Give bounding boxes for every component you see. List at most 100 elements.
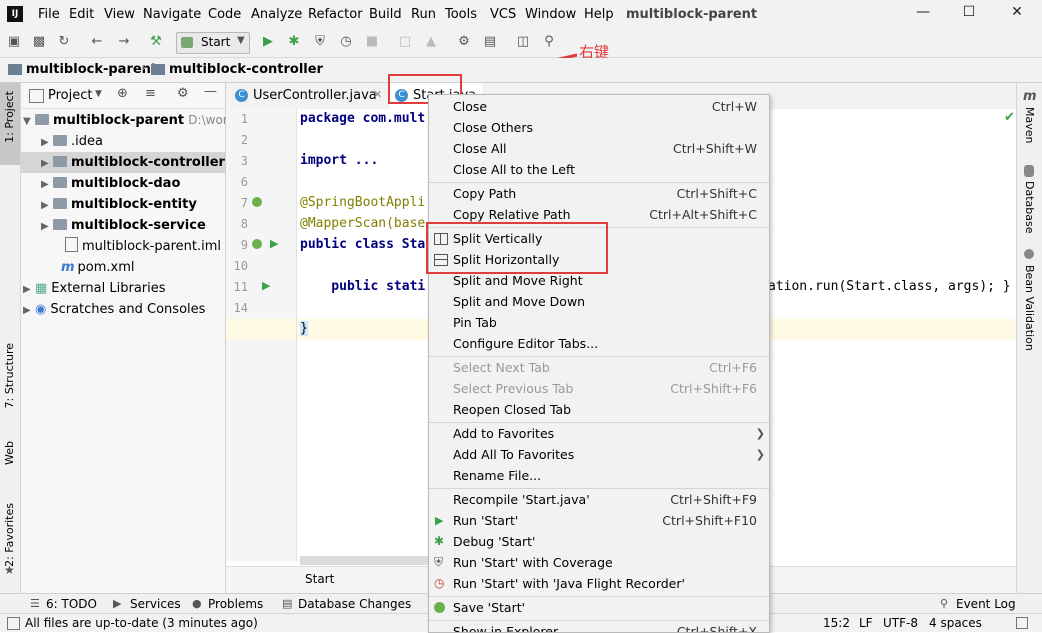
save-config-icon — [434, 602, 445, 613]
menu-save-start[interactable]: Save 'Start' — [429, 597, 769, 618]
lock-icon[interactable] — [1016, 617, 1028, 629]
menu-close-others[interactable]: Close Others — [429, 117, 769, 138]
open-folder-icon[interactable]: ▣ — [6, 34, 22, 50]
structure-tool-tab[interactable]: 7: Structure — [3, 343, 16, 408]
indent-setting[interactable]: 4 spaces — [929, 616, 982, 630]
code-line-9: public class Sta — [300, 237, 426, 252]
run-icon[interactable]: ▶ — [260, 34, 276, 50]
hide-icon[interactable]: — — [204, 84, 217, 99]
run-gutter-icon[interactable]: ▶ — [270, 237, 278, 250]
menu-refactor[interactable]: Refactor — [308, 7, 363, 22]
forward-icon[interactable]: → — [116, 34, 132, 50]
tree-item-idea[interactable]: ▶ .idea — [41, 131, 103, 152]
tree-item-service[interactable]: ▶ multiblock-service — [41, 215, 206, 236]
run-gutter-icon[interactable]: ▶ — [262, 279, 270, 292]
tab-services[interactable]: Services — [130, 597, 181, 611]
horizontal-scrollbar[interactable] — [300, 556, 428, 565]
menu-file[interactable]: File — [38, 7, 60, 22]
gear-icon[interactable]: ⚙ — [177, 86, 189, 101]
tree-item-pom[interactable]: m pom.xml — [61, 257, 135, 278]
breadcrumb-parent[interactable]: multiblock-parent — [26, 62, 157, 77]
maximize-icon[interactable]: ☐ — [954, 4, 984, 24]
close-tab-icon[interactable]: ✕ — [373, 88, 382, 101]
project-tool-tab[interactable]: 1: Project — [0, 83, 20, 165]
vcs-update-icon[interactable]: □ — [397, 34, 413, 50]
menu-analyze[interactable]: Analyze — [251, 7, 302, 22]
minimize-icon[interactable]: — — [908, 4, 938, 24]
line-separator[interactable]: LF — [859, 616, 873, 630]
favorites-tool-tab[interactable]: 2: Favorites — [3, 503, 16, 567]
stop-icon[interactable]: ■ — [364, 34, 380, 50]
tab-problems[interactable]: Problems — [208, 597, 263, 611]
menu-configure-tabs[interactable]: Configure Editor Tabs... — [429, 333, 769, 354]
save-all-icon[interactable]: ▩ — [31, 34, 47, 50]
debug-icon[interactable]: ✱ — [286, 34, 302, 50]
menu-show-in-explorer[interactable]: Show in Explorer Ctrl+Shift+X — [429, 621, 769, 632]
bean-validation-tool-tab[interactable]: Bean Validation — [1023, 265, 1036, 351]
menu-code[interactable]: Code — [208, 7, 241, 22]
caret-position[interactable]: 15:2 — [823, 616, 850, 630]
menu-recompile[interactable]: Recompile 'Start.java' Ctrl+Shift+F9 — [429, 489, 769, 510]
back-icon[interactable]: ← — [89, 34, 105, 50]
menu-add-all-to-favorites[interactable]: Add All To Favorites ❯ — [429, 444, 769, 465]
tree-item-controller[interactable]: ▶ multiblock-controller — [21, 152, 225, 173]
tab-todo[interactable]: 6: TODO — [46, 597, 97, 611]
tab-context-menu: Close Ctrl+W Close Others Close All Ctrl+S… — [428, 94, 770, 633]
tree-item-libraries[interactable]: ▶ ▦ External Libraries — [23, 278, 166, 299]
coverage-icon[interactable]: ⛨ — [312, 34, 328, 50]
menu-close-all[interactable]: Close All Ctrl+Shift+W — [429, 138, 769, 159]
menu-run-coverage[interactable]: ⛨ Run 'Start' with Coverage — [429, 552, 769, 573]
chevron-down-icon: ▼ — [95, 89, 102, 99]
menu-close[interactable]: Close Ctrl+W — [429, 96, 769, 117]
breadcrumb-controller[interactable]: multiblock-controller — [169, 62, 323, 77]
tab-event-log[interactable]: Event Log — [956, 597, 1016, 611]
menu-run-start[interactable]: ▶ Run 'Start' Ctrl+Shift+F10 — [429, 510, 769, 531]
menu-reopen-closed-tab[interactable]: Reopen Closed Tab — [429, 399, 769, 420]
database-tool-tab[interactable]: Database — [1023, 181, 1036, 234]
tab-database-changes[interactable]: Database Changes — [298, 597, 411, 611]
menu-build[interactable]: Build — [369, 7, 402, 22]
run-config-select[interactable]: Start ▼ — [176, 32, 250, 54]
menu-vcs[interactable]: VCS — [490, 7, 516, 22]
tree-item-scratches[interactable]: ▶ ◉ Scratches and Consoles — [23, 299, 205, 320]
debug-icon: ✱ — [434, 534, 445, 548]
locate-icon[interactable]: ⊕ — [117, 86, 128, 101]
file-encoding[interactable]: UTF-8 — [883, 616, 918, 630]
web-tool-tab[interactable]: Web — [3, 441, 16, 465]
menu-tools[interactable]: Tools — [445, 7, 477, 22]
project-structure-icon[interactable]: ▤ — [482, 34, 498, 50]
editor-breadcrumb[interactable]: Start — [305, 572, 334, 586]
menu-navigate[interactable]: Navigate — [143, 7, 201, 22]
menu-pin-tab[interactable]: Pin Tab — [429, 312, 769, 333]
menu-run[interactable]: Run — [411, 7, 436, 22]
module-folder-icon — [35, 114, 49, 125]
terminal-icon[interactable]: ◫ — [515, 34, 531, 50]
close-window-icon[interactable]: ✕ — [1002, 4, 1032, 24]
menu-edit[interactable]: Edit — [69, 7, 94, 22]
menu-close-all-left[interactable]: Close All to the Left — [429, 159, 769, 180]
vcs-commit-icon[interactable]: ▲ — [423, 34, 439, 50]
settings-wrench-icon[interactable]: ⚙ — [456, 34, 472, 50]
menu-debug-start[interactable]: ✱ Debug 'Start' — [429, 531, 769, 552]
build-hammer-icon[interactable]: ⚒ — [148, 34, 164, 50]
menu-split-move-down[interactable]: Split and Move Down — [429, 291, 769, 312]
project-view-select[interactable]: Project — [48, 88, 92, 103]
tab-usercontroller[interactable]: C UserController.java ✕ — [232, 83, 382, 109]
sync-icon[interactable]: ↻ — [56, 34, 72, 50]
menu-run-flight-recorder[interactable]: ◷ Run 'Start' with 'Java Flight Recorder' — [429, 573, 769, 594]
menu-add-to-favorites[interactable]: Add to Favorites ❯ — [429, 423, 769, 444]
profile-icon[interactable]: ◷ — [338, 34, 354, 50]
bean-validation-icon — [1024, 249, 1034, 259]
menu-help[interactable]: Help — [584, 7, 614, 22]
menu-copy-path[interactable]: Copy Path Ctrl+Shift+C — [429, 183, 769, 204]
search-icon[interactable]: ⚲ — [541, 34, 557, 50]
menu-rename-file[interactable]: Rename File... — [429, 465, 769, 486]
maven-tool-tab[interactable]: Maven — [1023, 107, 1036, 143]
tree-item-iml[interactable]: multiblock-parent.iml — [65, 236, 221, 257]
collapse-icon[interactable]: ≡ — [145, 86, 156, 101]
tree-item-entity[interactable]: ▶ multiblock-entity — [41, 194, 197, 215]
menu-window[interactable]: Window — [525, 7, 576, 22]
menu-view[interactable]: View — [104, 7, 135, 22]
tree-item-root[interactable]: ▼ multiblock-parent D:\work — [23, 110, 235, 131]
tree-item-dao[interactable]: ▶ multiblock-dao — [41, 173, 180, 194]
